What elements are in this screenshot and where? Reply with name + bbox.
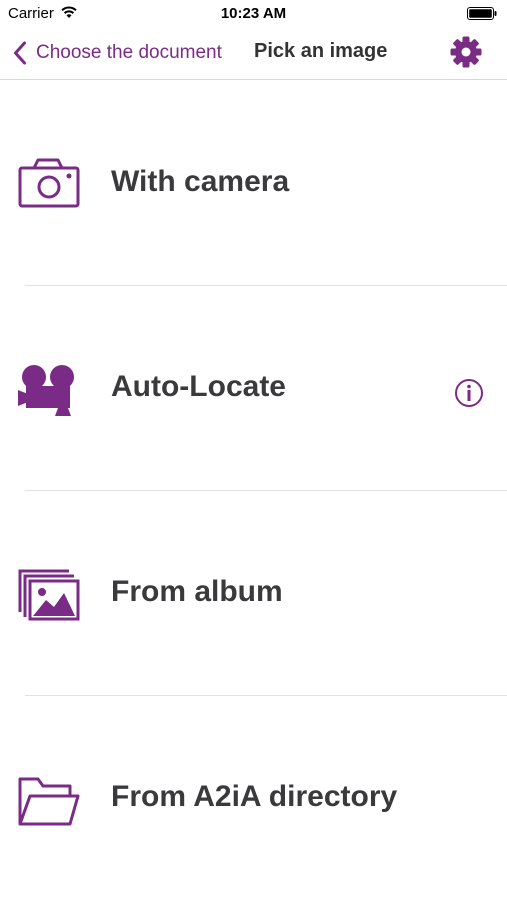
status-bar: Carrier 10:23 AM — [0, 0, 507, 28]
menu-item-from-album[interactable]: From album — [0, 491, 507, 696]
info-icon[interactable] — [454, 378, 484, 408]
menu-item-with-camera[interactable]: With camera — [0, 81, 507, 286]
gear-icon[interactable] — [449, 35, 483, 69]
back-label: Choose the document — [36, 42, 222, 63]
clock: 10:23 AM — [220, 5, 287, 22]
menu-item-auto-locate[interactable]: Auto-Locate — [0, 286, 507, 491]
source-menu-list: With camera Auto-Locate From album From … — [0, 81, 507, 900]
menu-item-from-a2ia-directory[interactable]: From A2iA directory — [0, 696, 507, 900]
back-button[interactable]: Choose the document — [12, 40, 222, 66]
page-title: Pick an image — [254, 40, 388, 62]
chevron-left-icon — [14, 41, 26, 65]
photo-album-icon — [18, 569, 80, 621]
navigation-bar: Choose the document Pick an image — [0, 28, 507, 80]
video-camera-icon — [18, 365, 74, 416]
camera-icon — [18, 158, 80, 208]
folder-icon — [18, 777, 80, 826]
battery-icon — [467, 7, 497, 20]
menu-item-label: From album — [111, 575, 283, 608]
menu-item-label: With camera — [111, 165, 290, 198]
menu-item-label: Auto-Locate — [111, 370, 286, 403]
menu-item-label: From A2iA directory — [111, 780, 398, 813]
